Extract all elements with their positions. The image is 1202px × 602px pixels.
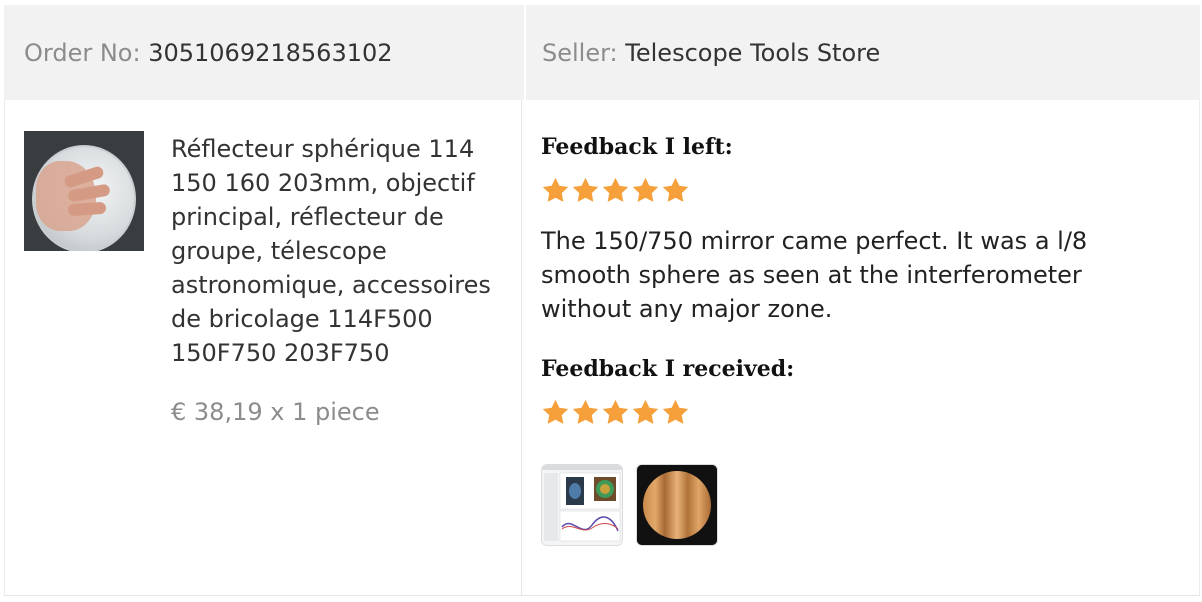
star-icon [572,177,599,202]
feedback-received-heading: Feedback I received: [541,356,795,382]
star-icon [662,177,689,202]
product-price: € 38,19 x 1 piece [171,398,380,426]
feedback-received-rating [541,398,690,428]
star-icon [572,399,599,424]
feedback-left-rating [541,176,690,206]
seller-label: Seller: [542,39,618,67]
order-feedback-card: Order No: 3051069218563102 Seller: Teles… [0,0,1202,602]
star-icon [632,399,659,424]
star-icon [602,399,629,424]
star-icon [662,399,689,424]
header-divider [524,5,526,100]
interferogram-icon [637,465,717,545]
seller-name-link[interactable]: Telescope Tools Store [625,39,880,67]
product-image[interactable] [24,131,144,251]
column-divider [521,100,522,596]
software-window-icon [542,465,622,545]
order-header: Order No: 3051069218563102 Seller: Teles… [4,5,1200,100]
star-icon [542,177,569,202]
order-number-value[interactable]: 3051069218563102 [148,39,392,67]
feedback-left-text: The 150/750 mirror came perfect. It was … [541,227,1088,323]
star-icon [602,177,629,202]
star-icon [632,177,659,202]
seller: Seller: Telescope Tools Store [542,39,880,67]
card-right-border [1199,100,1200,596]
card-bottom-border [4,595,1200,596]
star-icon [542,399,569,424]
product-title-link[interactable]: Réflecteur sphérique 114 150 160 203mm, … [171,132,506,370]
feedback-photo-interferometer-screenshot[interactable] [541,464,623,546]
feedback-left-heading: Feedback I left: [541,134,733,160]
card-left-border [4,100,5,596]
order-number: Order No: 3051069218563102 [24,39,393,67]
feedback-photo-interferogram[interactable] [636,464,718,546]
order-number-label: Order No: [24,39,141,67]
